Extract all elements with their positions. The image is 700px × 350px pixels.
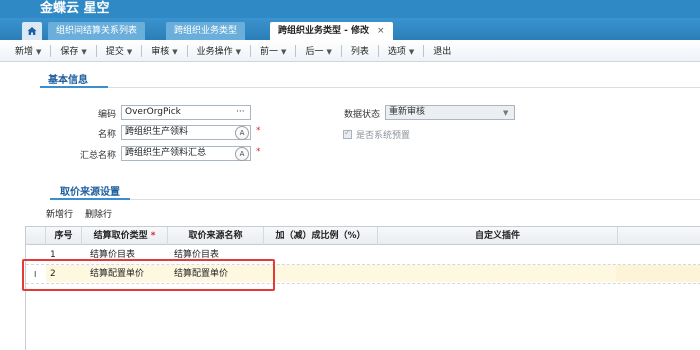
toolbar-prev-button[interactable]: 前一 ▼ bbox=[253, 44, 293, 57]
required-mark: * bbox=[150, 231, 156, 241]
toolbar-submit-button[interactable]: 提交 ▼ bbox=[99, 44, 139, 57]
toolbar-separator bbox=[50, 44, 52, 57]
section-basic-info-title[interactable]: 基本信息 bbox=[48, 71, 88, 86]
chevron-down-icon: ▼ bbox=[503, 109, 509, 117]
code-field-value: OverOrgPick bbox=[125, 107, 181, 117]
col-empty bbox=[618, 227, 700, 245]
tab-label: 跨组织业务类型 - 修改 bbox=[278, 26, 370, 36]
toolbar-separator bbox=[250, 44, 252, 57]
status-label: 数据状态 bbox=[343, 110, 380, 120]
section-price-source-title[interactable]: 取价来源设置 bbox=[60, 183, 120, 198]
grid-row-selector-header bbox=[26, 227, 46, 245]
chevron-down-icon: ▼ bbox=[408, 48, 415, 56]
highlight-annotation-box bbox=[22, 259, 275, 291]
grid-actions: 新增行 删除行 bbox=[46, 207, 112, 220]
multilang-icon[interactable]: A bbox=[235, 126, 249, 140]
code-field[interactable]: OverOrgPick bbox=[121, 105, 251, 120]
toolbar: 新增 ▼ 保存 ▼ 提交 ▼ 审核 ▼ 业务操作 ▼ 前一 ▼ 后一 ▼ 列表 选项 ▼ 退出 bbox=[0, 40, 700, 62]
required-mark: * bbox=[256, 126, 261, 136]
toolbar-audit-button[interactable]: 审核 ▼ bbox=[144, 44, 184, 57]
close-tab-icon[interactable]: × bbox=[377, 26, 385, 36]
summary-name-field-value: 跨组织生产领料汇总 bbox=[125, 148, 207, 158]
required-mark: * bbox=[256, 147, 261, 157]
status-select-value: 重新审核 bbox=[389, 107, 426, 117]
app-window: 金蝶云 星空 组织间结算关系列表 跨组织业务类型 跨组织业务类型 - 修改 × 新… bbox=[0, 0, 700, 350]
toolbar-separator bbox=[340, 44, 342, 57]
tab-settlement-list[interactable]: 组织间结算关系列表 bbox=[48, 22, 146, 40]
chevron-down-icon: ▼ bbox=[36, 48, 42, 56]
toolbar-separator bbox=[141, 44, 143, 57]
toolbar-new-button[interactable]: 新增 ▼ bbox=[8, 44, 48, 57]
home-icon bbox=[27, 27, 37, 35]
home-tab[interactable] bbox=[22, 22, 42, 40]
summary-name-field[interactable]: 跨组织生产领料汇总 bbox=[121, 146, 251, 161]
toolbar-business-ops-button[interactable]: 业务操作 ▼ bbox=[190, 44, 248, 57]
chevron-down-icon: ▼ bbox=[172, 48, 178, 56]
brand-logo: 金蝶云 星空 bbox=[40, 1, 110, 16]
system-preset-checkbox[interactable] bbox=[343, 128, 352, 139]
multilang-icon[interactable]: A bbox=[235, 147, 249, 161]
name-field-value: 跨组织生产领料 bbox=[125, 127, 189, 137]
section-basic-underline bbox=[40, 86, 108, 88]
section-divider bbox=[130, 199, 700, 200]
toolbar-options-button[interactable]: 选项 ▼ bbox=[381, 44, 421, 57]
toolbar-separator bbox=[423, 44, 425, 57]
system-preset-label: 是否系统预置 bbox=[356, 131, 411, 141]
toolbar-next-button[interactable]: 后一 ▼ bbox=[298, 44, 338, 57]
chevron-down-icon: ▼ bbox=[235, 48, 242, 56]
chevron-down-icon: ▼ bbox=[126, 48, 133, 56]
status-select[interactable]: 重新审核 bbox=[385, 105, 515, 120]
col-price-source-name[interactable]: 取价来源名称 bbox=[168, 227, 264, 245]
name-label: 名称 bbox=[97, 130, 116, 140]
tab-business-type[interactable]: 跨组织业务类型 bbox=[166, 22, 246, 40]
toolbar-exit-button[interactable]: 退出 bbox=[426, 44, 458, 57]
table-row-selected-tail bbox=[616, 265, 700, 282]
tab-bar: 组织间结算关系列表 跨组织业务类型 跨组织业务类型 - 修改 × bbox=[0, 18, 700, 40]
tab-label: 组织间结算关系列表 bbox=[56, 26, 138, 36]
col-seq[interactable]: 序号 bbox=[46, 227, 82, 245]
toolbar-separator bbox=[295, 44, 297, 57]
tab-business-type-edit[interactable]: 跨组织业务类型 - 修改 × bbox=[270, 22, 393, 40]
toolbar-list-button[interactable]: 列表 bbox=[344, 44, 376, 57]
top-banner: 金蝶云 星空 bbox=[0, 0, 700, 18]
code-lookup-button[interactable]: ··· bbox=[236, 107, 245, 117]
toolbar-separator bbox=[186, 44, 188, 57]
code-label: 编码 bbox=[97, 110, 116, 120]
toolbar-save-button[interactable]: 保存 ▼ bbox=[53, 44, 93, 57]
chevron-down-icon: ▼ bbox=[81, 48, 87, 56]
chevron-down-icon: ▼ bbox=[281, 48, 287, 56]
name-field[interactable]: 跨组织生产领料 bbox=[121, 125, 251, 140]
summary-name-label: 汇总名称 bbox=[79, 151, 116, 161]
delete-row-button[interactable]: 删除行 bbox=[85, 207, 112, 220]
col-settle-price-type[interactable]: 结算取价类型 * bbox=[82, 227, 168, 245]
section-divider bbox=[108, 87, 700, 88]
add-row-button[interactable]: 新增行 bbox=[46, 207, 73, 220]
col-custom-plugin[interactable]: 自定义插件 bbox=[378, 227, 618, 245]
col-markup-ratio[interactable]: 加（减）成比例（%） bbox=[264, 227, 378, 245]
toolbar-separator bbox=[95, 44, 97, 57]
toolbar-separator bbox=[377, 44, 379, 57]
chevron-down-icon: ▼ bbox=[326, 48, 332, 56]
section-price-underline bbox=[50, 198, 130, 200]
grid-header: 序号 结算取价类型 * 取价来源名称 加（减）成比例（%） 自定义插件 bbox=[26, 227, 700, 245]
tab-label: 跨组织业务类型 bbox=[174, 26, 238, 36]
